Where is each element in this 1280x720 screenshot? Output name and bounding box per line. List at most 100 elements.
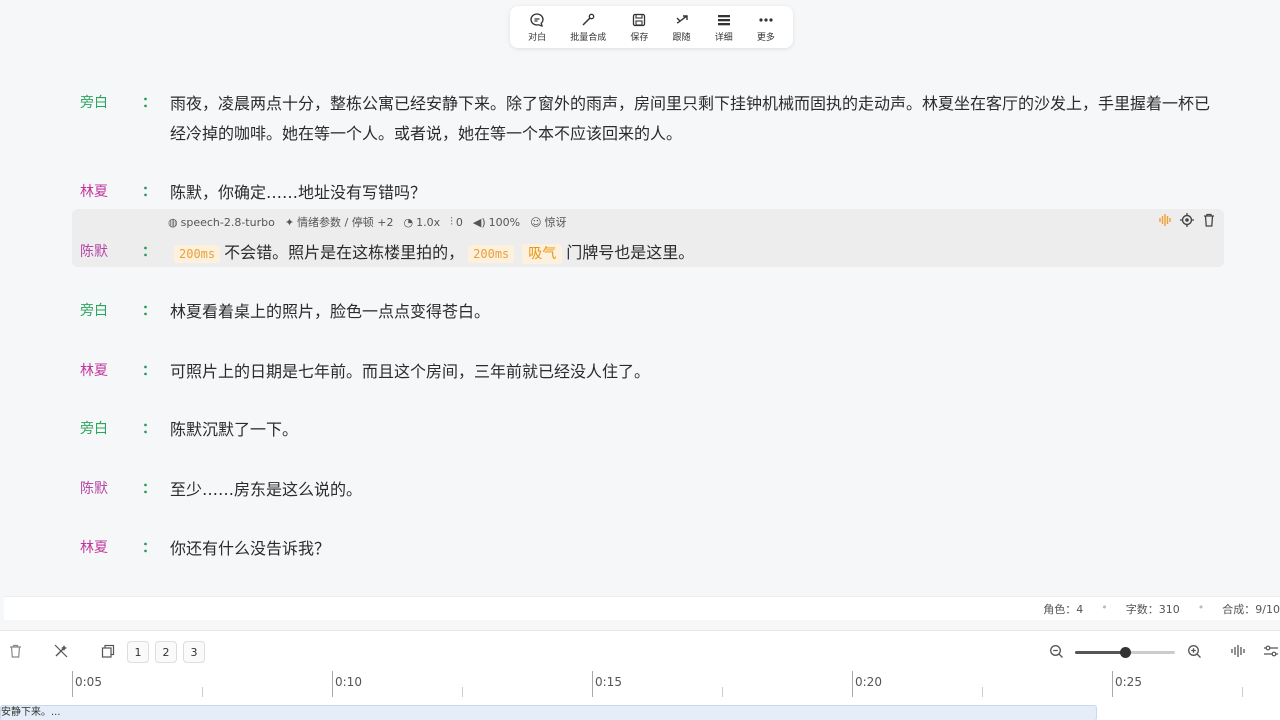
speaker-label[interactable]: 陈默 — [80, 478, 108, 498]
page-button-2[interactable]: 2 — [155, 641, 177, 663]
detail-button[interactable]: 详细 — [715, 12, 733, 43]
line-text[interactable]: 你还有什么没告诉我？ — [170, 534, 1210, 564]
text-segment: 门牌号也是这里。 — [566, 243, 695, 262]
line-text[interactable]: 至少……房东是这么说的。 — [170, 475, 1210, 505]
pause-tag[interactable]: 200ms — [468, 245, 515, 263]
delete-icon[interactable] — [1202, 213, 1216, 227]
locate-icon[interactable] — [1180, 213, 1194, 227]
dialogue-button[interactable]: 对白 — [528, 12, 546, 43]
volume-value: 100% — [488, 215, 521, 229]
speaker-colon: ： — [142, 95, 156, 111]
line-text[interactable]: 陈默，你确定……地址没有写错吗？ — [170, 178, 1210, 208]
role-count: 角色：4 — [1043, 603, 1084, 616]
line-text[interactable]: 可照片上的日期是七年前。而且这个房间，三年前就已经没人住了。 — [170, 357, 1210, 387]
timeline-ruler[interactable]: 0:05 0:10 0:15 0:20 0:25 — [0, 669, 1280, 699]
ruler-major-tick — [852, 671, 853, 697]
ruler-minor-tick — [722, 687, 723, 697]
zoom-slider[interactable] — [1075, 647, 1175, 658]
speaker-label[interactable]: 旁白 — [80, 92, 108, 112]
status-separator: • — [1197, 601, 1205, 614]
line-settings: ◍ speech-2.8-turbo ✦ 情绪参数 / 停顿 +2 ◔ 1.0x… — [168, 214, 567, 230]
settings-sliders-icon[interactable] — [1262, 642, 1280, 660]
line-text[interactable]: 雨夜，凌晨两点十分，整栋公寓已经安静下来。除了窗外的雨声，房间里只剩下挂钟机械而… — [170, 89, 1210, 149]
ruler-tick-label: 0:20 — [855, 675, 882, 689]
speaker-colon: ： — [142, 481, 156, 497]
timeline-toolbar: 1 2 3 — [0, 639, 1280, 665]
save-label: 保存 — [630, 32, 649, 43]
dialogue-label: 对白 — [528, 32, 547, 43]
model-icon: ◍ — [168, 215, 178, 229]
sparkle-icon: ✦ — [284, 215, 295, 229]
line-text[interactable]: 林夏看着桌上的照片，脸色一点点变得苍白。 — [170, 297, 1210, 327]
ruler-tick-label: 0:10 — [335, 675, 362, 689]
ruler-minor-tick — [1242, 687, 1243, 697]
ruler-minor-tick — [202, 687, 203, 697]
pitch-icon: ⫶ — [450, 215, 453, 228]
speaker-colon: ： — [142, 184, 156, 200]
zoom-out-icon[interactable] — [1047, 642, 1065, 660]
follow-label: 跟随 — [672, 32, 691, 43]
speaker-colon: ： — [142, 421, 156, 437]
ruler-tick-label: 0:15 — [595, 675, 622, 689]
follow-button[interactable]: 跟随 — [673, 12, 691, 43]
magic-wand-off-icon[interactable] — [52, 642, 70, 660]
char-count: 字数：310 — [1125, 603, 1180, 616]
speaker-label[interactable]: 旁白 — [80, 300, 108, 320]
ruler-minor-tick — [462, 687, 463, 697]
speed-icon: ◔ — [403, 215, 414, 229]
emotion-params-label: 情绪参数 / 停顿 +2 — [297, 216, 394, 229]
audio-clip[interactable]: 安静下来。... — [0, 705, 1097, 720]
model-name: speech-2.8-turbo — [180, 215, 275, 229]
speaker-colon: ： — [142, 303, 156, 319]
follow-icon — [676, 14, 688, 24]
speaker-label[interactable]: 陈默 — [80, 241, 108, 261]
line-text[interactable]: 陈默沉默了一下。 — [170, 415, 1210, 445]
more-button[interactable]: 更多 — [757, 12, 775, 43]
smile-icon: ☺ — [530, 215, 542, 229]
page-button-1[interactable]: 1 — [127, 641, 149, 663]
volume-icon: ◀) — [472, 215, 486, 229]
save-button[interactable]: 保存 — [630, 12, 648, 43]
batch-synthesize-button[interactable]: 批量合成 — [570, 12, 606, 43]
mood-setting[interactable]: ☺ 惊讶 — [530, 214, 566, 230]
line-text[interactable]: 200ms 不会错。照片是在这栋楼里拍的， 200ms 吸气 门牌号也是这里。 — [170, 238, 1210, 268]
zoom-slider-knob[interactable] — [1120, 647, 1131, 658]
volume-setting[interactable]: ◀) 100% — [473, 216, 520, 229]
speaker-label[interactable]: 林夏 — [80, 360, 108, 380]
speed-setting[interactable]: ◔ 1.0x — [403, 216, 440, 229]
ruler-major-tick — [72, 671, 73, 697]
speaker-colon: ： — [142, 540, 156, 556]
model-selector[interactable]: ◍ speech-2.8-turbo — [168, 216, 275, 229]
zoom-slider-fill — [1075, 651, 1125, 654]
batch-synthesize-label: 批量合成 — [570, 32, 607, 43]
speaker-label[interactable]: 旁白 — [80, 418, 108, 438]
speed-value: 1.0x — [416, 215, 441, 229]
synth-count: 合成：9/10 — [1222, 603, 1280, 616]
speaker-colon: ： — [142, 363, 156, 379]
emotion-params[interactable]: ✦ 情绪参数 / 停顿 +2 — [285, 214, 394, 230]
breath-tag[interactable]: 吸气 — [522, 244, 563, 264]
speaker-label[interactable]: 林夏 — [80, 181, 108, 201]
text-segment: 不会错。照片是在这栋楼里拍的， — [224, 243, 465, 262]
ruler-tick-label: 0:25 — [1115, 675, 1142, 689]
waveform-icon[interactable] — [1158, 213, 1172, 227]
waveform-toggle-icon[interactable] — [1229, 642, 1247, 660]
ruler-minor-tick — [982, 687, 983, 697]
more-label: 更多 — [756, 32, 775, 43]
timeline-panel: 1 2 3 0:05 0:10 0:15 0:20 0:25 安静下来。... — [0, 630, 1280, 720]
ruler-major-tick — [332, 671, 333, 697]
ruler-tick-label: 0:05 — [75, 675, 102, 689]
chat-bubble-icon — [530, 12, 544, 27]
speaker-label[interactable]: 林夏 — [80, 537, 108, 557]
page-button-3[interactable]: 3 — [183, 641, 205, 663]
status-separator: • — [1101, 601, 1108, 614]
status-bar: 角色：4 • 字数：310 • 合成：9/10 — [4, 596, 1280, 620]
copy-icon[interactable] — [99, 642, 117, 660]
zoom-in-icon[interactable] — [1185, 642, 1203, 660]
trash-icon[interactable] — [6, 642, 24, 660]
pause-tag[interactable]: 200ms — [174, 245, 221, 263]
top-toolbar: 对白 批量合成 保存 跟随 详细 更多 — [510, 6, 793, 48]
pitch-setting[interactable]: ⫶ 0 — [450, 215, 463, 229]
magic-wand-icon — [582, 13, 595, 26]
speaker-colon: ： — [142, 244, 156, 260]
